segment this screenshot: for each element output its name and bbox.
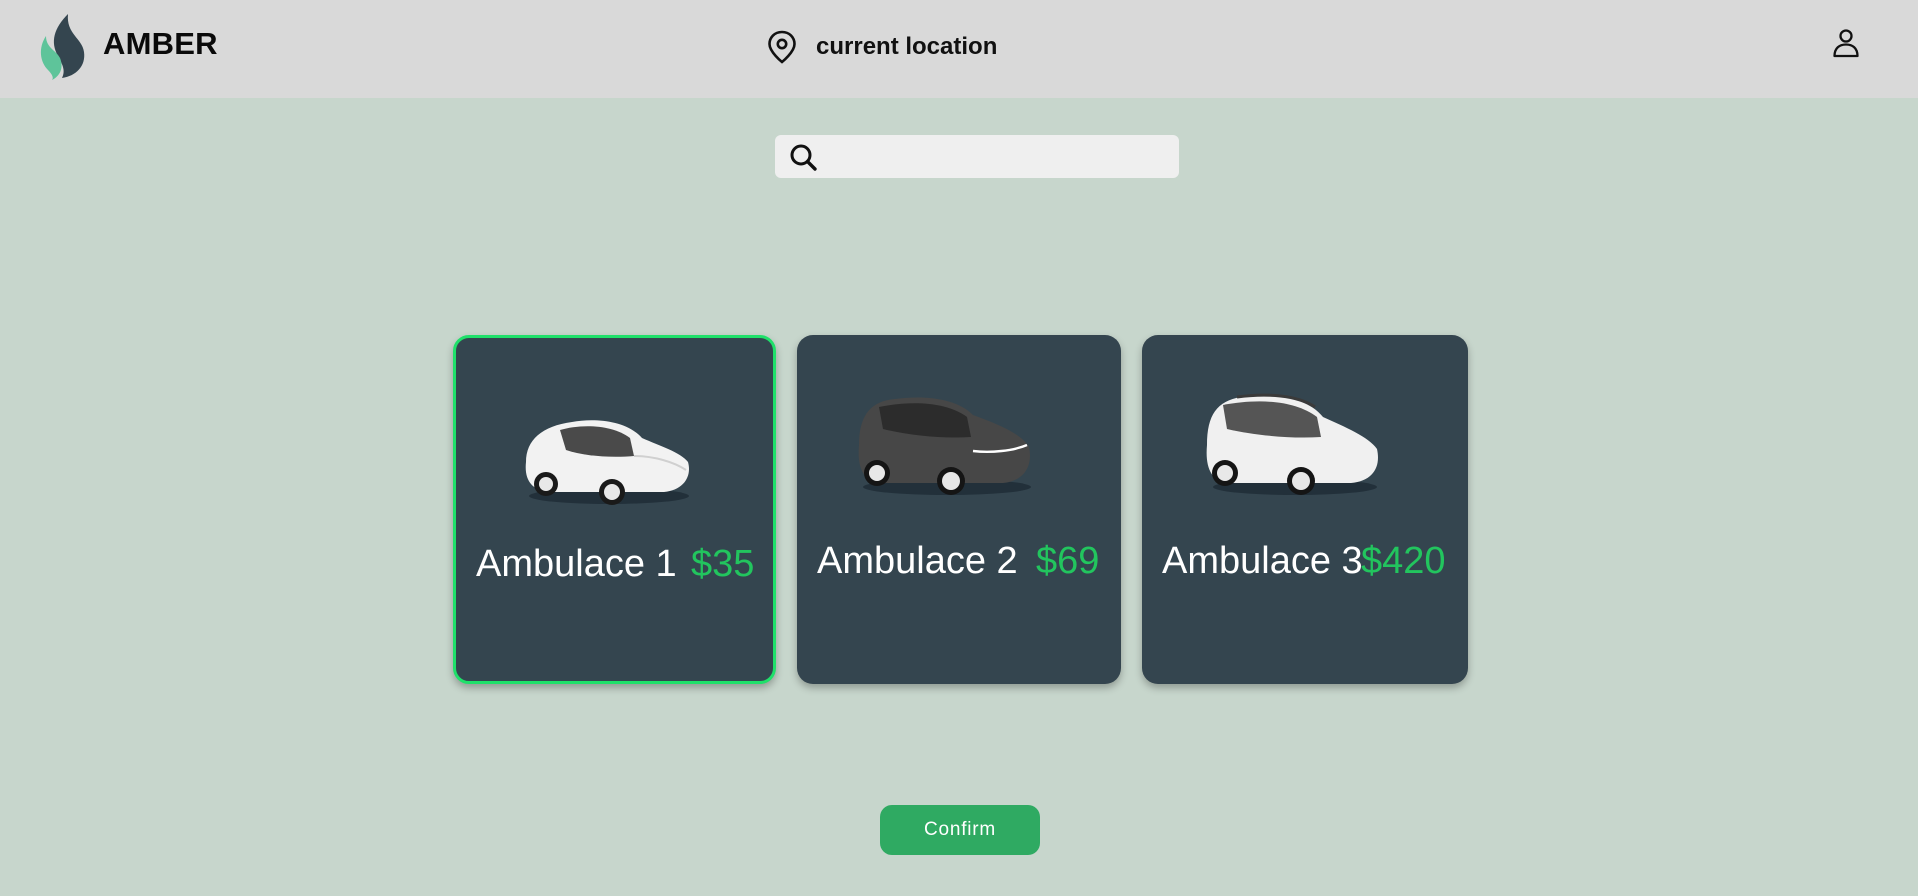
ambulance-option-card[interactable]: Ambulace 3 $420 xyxy=(1142,335,1468,684)
option-price: $69 xyxy=(1036,540,1100,582)
search-icon[interactable] xyxy=(789,143,818,172)
current-location[interactable]: current location xyxy=(766,30,997,64)
option-name: Ambulace 3 xyxy=(1162,540,1363,582)
search-input[interactable] xyxy=(831,135,1175,180)
top-bar: AMBER current location xyxy=(0,0,1918,98)
option-price: $35 xyxy=(691,543,755,585)
ambulance-option-card[interactable]: Ambulace 1 $35 xyxy=(453,335,776,684)
option-name: Ambulace 1 xyxy=(476,543,677,585)
ambulance-option-card[interactable]: Ambulace 2 $69 xyxy=(797,335,1121,684)
option-price: $420 xyxy=(1361,540,1446,582)
dark-suv-image xyxy=(858,397,1031,495)
flame-logo-icon[interactable] xyxy=(36,12,88,80)
search-bar[interactable] xyxy=(775,135,1179,180)
confirm-button[interactable]: Confirm xyxy=(880,805,1040,855)
brand-name: AMBER xyxy=(103,26,218,61)
white-minivan-image xyxy=(1206,393,1378,495)
white-sedan-image xyxy=(525,420,689,505)
location-label: current location xyxy=(816,33,998,60)
location-pin-icon xyxy=(768,30,796,64)
option-name: Ambulace 2 xyxy=(817,540,1018,582)
user-icon[interactable] xyxy=(1831,28,1861,58)
